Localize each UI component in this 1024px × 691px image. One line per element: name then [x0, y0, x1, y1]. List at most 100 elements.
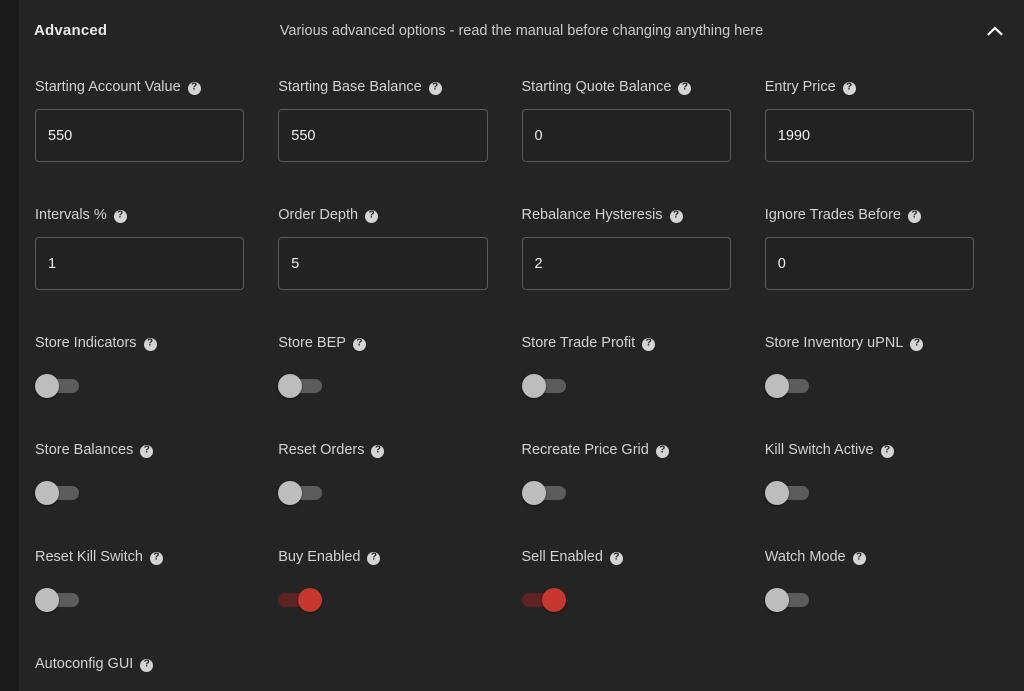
- panel-body: Starting Account Value?Starting Base Bal…: [19, 61, 1024, 684]
- help-icon[interactable]: ?: [187, 81, 201, 95]
- field-sell-enabled: Sell Enabled?: [521, 531, 765, 638]
- toggle-knob: [35, 481, 59, 505]
- label-buy-enabled: Buy Enabled?: [278, 531, 487, 565]
- field-label-text: Reset Kill Switch: [35, 549, 143, 565]
- input-rebalance-hysteresis[interactable]: [521, 237, 731, 290]
- toggle-store-indicators[interactable]: [35, 374, 79, 398]
- toggle-reset-orders[interactable]: [278, 481, 323, 505]
- panel-subtitle: Various advanced options - read the manu…: [279, 22, 764, 39]
- settings-row: Intervals %?Order Depth?Rebalance Hyster…: [35, 189, 1008, 317]
- field-label-text: Order Depth: [278, 207, 359, 223]
- field-watch-mode: Watch Mode?: [764, 531, 1008, 638]
- help-icon[interactable]: ?: [140, 658, 154, 672]
- field-label-text: Sell Enabled: [521, 549, 603, 565]
- field-store-trade-profit: Store Trade Profit?: [521, 317, 765, 424]
- settings-row: Reset Kill Switch? Buy Enabled? Sell Enabl…: [35, 531, 1008, 638]
- chevron-up-icon: [987, 26, 1003, 36]
- toggle-store-inventory-upnl[interactable]: [764, 374, 809, 398]
- field-store-bep: Store BEP?: [278, 317, 521, 424]
- toggle-store-bep[interactable]: [278, 374, 323, 398]
- toggle-kill-switch-active[interactable]: [764, 481, 809, 505]
- toggle-knob: [764, 588, 789, 612]
- toggle-buy-enabled[interactable]: [278, 588, 323, 612]
- label-intervals: Intervals %?: [35, 189, 244, 223]
- field-label-text: Rebalance Hysteresis: [521, 207, 663, 223]
- input-starting-account-value[interactable]: [35, 109, 245, 162]
- help-icon[interactable]: ?: [655, 444, 669, 458]
- help-icon-glyph: ?: [117, 209, 124, 221]
- help-icon-glyph: ?: [143, 658, 150, 670]
- label-reset-kill-switch: Reset Kill Switch?: [35, 531, 244, 565]
- input-entry-price[interactable]: [764, 109, 974, 162]
- help-icon-glyph: ?: [153, 551, 160, 563]
- help-icon-glyph: ?: [659, 444, 666, 456]
- help-icon[interactable]: ?: [910, 337, 924, 351]
- label-store-balances: Store Balances?: [35, 424, 244, 458]
- help-icon-glyph: ?: [191, 81, 198, 93]
- empty-cell: [522, 638, 765, 684]
- input-order-depth[interactable]: [278, 237, 488, 290]
- help-icon[interactable]: ?: [365, 209, 379, 223]
- toggle-reset-kill-switch[interactable]: [35, 588, 79, 612]
- label-rebalance-hysteresis: Rebalance Hysteresis?: [522, 189, 731, 223]
- field-label-text: Autoconfig GUI: [35, 656, 134, 672]
- input-ignore-trades-before[interactable]: [764, 237, 974, 290]
- field-buy-enabled: Buy Enabled?: [278, 531, 521, 638]
- label-recreate-price-grid: Recreate Price Grid?: [522, 424, 731, 458]
- label-ignore-trades-before: Ignore Trades Before?: [765, 189, 974, 223]
- help-icon-glyph: ?: [672, 209, 680, 221]
- field-label-text: Recreate Price Grid: [521, 442, 649, 458]
- help-icon[interactable]: ?: [143, 337, 157, 351]
- toggle-knob: [278, 481, 303, 505]
- toggle-watch-mode[interactable]: [764, 588, 809, 612]
- help-icon[interactable]: ?: [907, 209, 921, 223]
- input-starting-quote-balance[interactable]: [521, 109, 731, 162]
- input-starting-base-balance[interactable]: [278, 109, 488, 162]
- field-starting-account-value: Starting Account Value?: [35, 61, 278, 189]
- field-label-text: Store BEP: [278, 335, 346, 351]
- field-label-text: Store Indicators: [35, 335, 137, 351]
- help-icon[interactable]: ?: [428, 81, 442, 95]
- field-entry-price: Entry Price?: [764, 61, 1008, 189]
- label-kill-switch-active: Kill Switch Active?: [765, 424, 974, 458]
- help-icon[interactable]: ?: [149, 551, 163, 565]
- help-icon[interactable]: ?: [367, 551, 381, 565]
- help-icon[interactable]: ?: [352, 337, 366, 351]
- settings-row: Autoconfig GUI?: [35, 638, 1008, 684]
- help-icon[interactable]: ?: [678, 81, 692, 95]
- collapse-panel-button[interactable]: [982, 18, 1008, 44]
- help-icon[interactable]: ?: [371, 444, 385, 458]
- help-icon[interactable]: ?: [642, 337, 656, 351]
- help-icon[interactable]: ?: [113, 209, 127, 223]
- field-label-text: Starting Quote Balance: [521, 79, 672, 95]
- label-starting-account-value: Starting Account Value?: [35, 61, 244, 95]
- field-label-text: Store Trade Profit: [521, 335, 636, 351]
- field-kill-switch-active: Kill Switch Active?: [764, 424, 1008, 531]
- field-label-text: Buy Enabled: [278, 549, 361, 565]
- field-label-text: Kill Switch Active: [764, 442, 874, 458]
- field-label-text: Ignore Trades Before: [764, 207, 901, 223]
- label-entry-price: Entry Price?: [765, 61, 974, 95]
- field-label-text: Starting Account Value: [35, 79, 181, 95]
- field-label-text: Entry Price: [764, 79, 836, 95]
- toggle-recreate-price-grid[interactable]: [521, 481, 566, 505]
- help-icon[interactable]: ?: [669, 209, 683, 223]
- field-store-balances: Store Balances?: [35, 424, 278, 531]
- toggle-store-trade-profit[interactable]: [521, 374, 566, 398]
- field-starting-quote-balance: Starting Quote Balance?: [521, 61, 765, 189]
- help-icon[interactable]: ?: [140, 444, 154, 458]
- panel-header: Advanced Various advanced options - read…: [19, 0, 1024, 61]
- input-intervals[interactable]: [35, 237, 245, 290]
- help-icon[interactable]: ?: [880, 444, 894, 458]
- help-icon-glyph: ?: [356, 337, 363, 349]
- help-icon[interactable]: ?: [842, 81, 856, 95]
- label-sell-enabled: Sell Enabled?: [522, 531, 731, 565]
- label-reset-orders: Reset Orders?: [278, 424, 487, 458]
- toggle-sell-enabled[interactable]: [521, 588, 566, 612]
- field-store-inventory-upnl: Store Inventory uPNL?: [764, 317, 1008, 424]
- help-icon-glyph: ?: [370, 551, 378, 563]
- help-icon[interactable]: ?: [609, 551, 623, 565]
- toggle-store-balances[interactable]: [35, 481, 79, 505]
- help-icon[interactable]: ?: [852, 551, 866, 565]
- toggle-knob: [521, 481, 546, 505]
